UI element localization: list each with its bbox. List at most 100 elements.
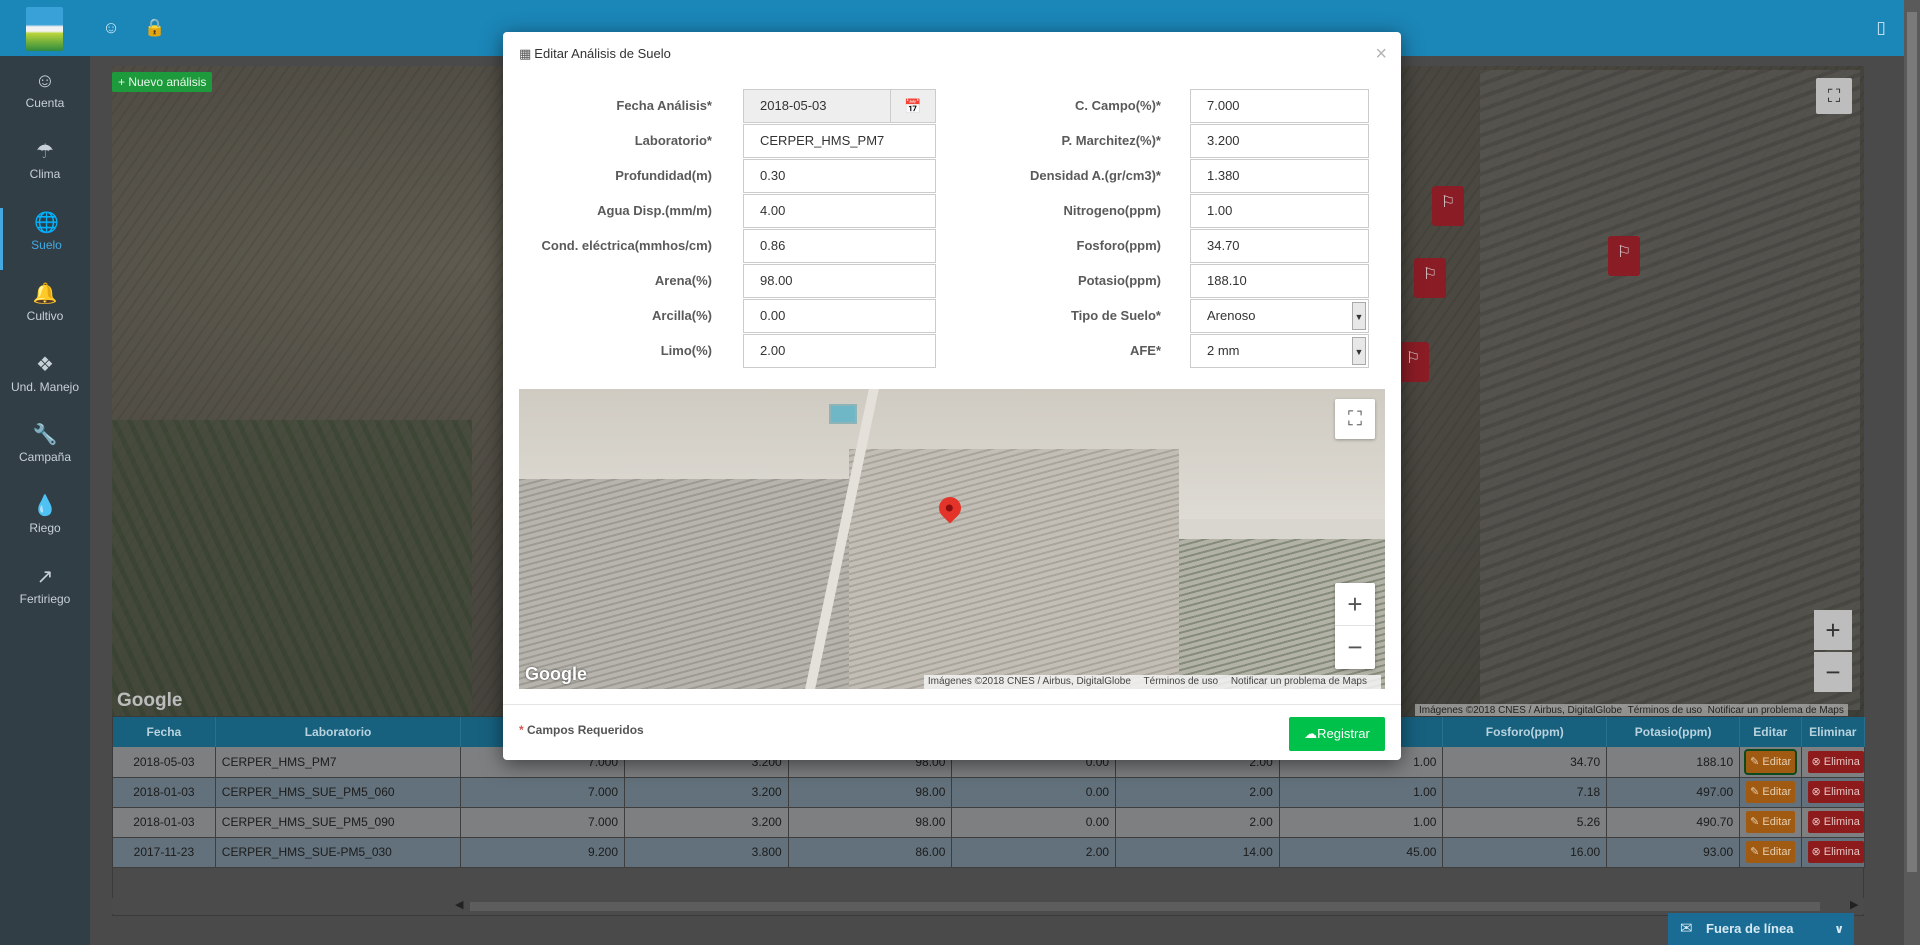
delete-label: Elimina: [1823, 755, 1860, 768]
sidebar-item-und-manejo[interactable]: ❖ Und. Manejo: [0, 350, 90, 412]
sidebar-item-label: Fertiriego: [19, 592, 71, 606]
table-row[interactable]: 2017-11-23 CERPER_HMS_SUE-PM5_030 9.200 …: [113, 837, 1865, 868]
field-label: Tipo de Suelo*: [1070, 308, 1161, 323]
sidebar-item-cuenta[interactable]: ☺ Cuenta: [0, 66, 90, 128]
sidebar-item-clima[interactable]: ☂ Clima: [0, 137, 90, 199]
delete-button[interactable]: ⊗ Elimina: [1807, 781, 1864, 803]
scrollbar-thumb[interactable]: [1907, 12, 1917, 872]
cell-laboratorio: CERPER_HMS_SUE-PM5_030: [215, 837, 462, 868]
sidebar: ☺ Cuenta ☂ Clima 🌐 Suelo 🔔 Cultivo ❖ Und…: [0, 56, 90, 945]
map-attribution: Imágenes ©2018 CNES / Airbus, DigitalGlo…: [923, 675, 1381, 689]
date-input[interactable]: 2018-05-03: [743, 89, 891, 123]
p-marchitez-input[interactable]: 3.200: [1190, 124, 1369, 158]
terms-link[interactable]: Términos de uso: [1144, 676, 1218, 687]
user-icon[interactable]: ☺: [100, 17, 122, 39]
tipo-suelo-select[interactable]: Arenoso ▼: [1190, 299, 1369, 333]
valve-marker-icon[interactable]: ⚐: [1432, 186, 1464, 226]
fullscreen-icon[interactable]: ⛶: [1816, 78, 1852, 114]
trend-icon: ↗: [36, 566, 54, 588]
arcilla-input[interactable]: 0.00: [743, 299, 936, 333]
new-analysis-button[interactable]: + Nuevo análisis: [112, 72, 213, 92]
cell-delete: ⊗ Elimina: [1801, 747, 1865, 778]
page-vertical-scrollbar[interactable]: [1904, 0, 1920, 945]
calendar-icon[interactable]: 📅: [890, 89, 936, 123]
cell-value: 0.00: [951, 777, 1117, 808]
report-link[interactable]: Notificar un problema de Maps: [1708, 705, 1844, 716]
sidebar-item-riego[interactable]: 💧 Riego: [0, 491, 90, 553]
table-row[interactable]: 2018-01-03 CERPER_HMS_SUE_PM5_060 7.000 …: [113, 777, 1865, 808]
laboratorio-input[interactable]: CERPER_HMS_PM7: [743, 124, 936, 158]
field-arena: Arena(%) 98.00: [503, 264, 943, 298]
offline-chat-badge[interactable]: ✉ Fuera de línea ∨: [1668, 913, 1854, 945]
chevron-down-icon[interactable]: ▼: [1352, 302, 1366, 330]
field-limo: Limo(%) 2.00: [503, 334, 943, 368]
edit-icon: ✎: [1750, 755, 1760, 768]
modal-footer: * Campos Requeridos ☁Registrar: [503, 704, 1401, 760]
column-header[interactable]: Fosforo(ppm): [1442, 717, 1608, 747]
edit-button[interactable]: ✎ Editar: [1746, 811, 1796, 833]
cond-electrica-input[interactable]: 0.86: [743, 229, 936, 263]
close-icon[interactable]: ×: [1375, 44, 1387, 64]
location-map[interactable]: ⛶ + − Google Imágenes ©2018 CNES / Airbu…: [519, 389, 1385, 689]
densidad-input[interactable]: 1.380: [1190, 159, 1369, 193]
cell-potasio: 497.00: [1606, 777, 1741, 808]
afe-select[interactable]: 2 mm ▼: [1190, 334, 1369, 368]
panel-toggle-icon[interactable]: ▯: [1870, 17, 1892, 39]
sidebar-item-fertiriego[interactable]: ↗ Fertiriego: [0, 562, 90, 624]
field-label: Nitrogeno(ppm): [1063, 203, 1161, 218]
edit-icon: ✎: [1750, 816, 1760, 828]
map-field: [519, 479, 849, 689]
column-header[interactable]: Potasio(ppm): [1606, 717, 1741, 747]
nitrogeno-input[interactable]: 1.00: [1190, 194, 1369, 228]
app-logo[interactable]: [26, 7, 63, 51]
sidebar-item-label: Riego: [29, 521, 61, 535]
cell-value: 45.00: [1279, 837, 1444, 868]
limo-input[interactable]: 2.00: [743, 334, 936, 368]
sidebar-item-campana[interactable]: 🔧 Campaña: [0, 420, 90, 482]
report-link[interactable]: Notificar un problema de Maps: [1231, 676, 1367, 687]
edit-icon: ✎: [1750, 846, 1760, 858]
fosforo-input[interactable]: 34.70: [1190, 229, 1369, 263]
zoom-in-button[interactable]: +: [1335, 583, 1375, 626]
column-header[interactable]: Laboratorio: [215, 717, 462, 747]
zoom-in-button[interactable]: +: [1814, 610, 1852, 650]
table-horizontal-scrollbar[interactable]: ◀ ▶: [112, 898, 1864, 914]
scrollbar-thumb[interactable]: [470, 902, 1820, 911]
edit-button[interactable]: ✎ Editar: [1744, 748, 1798, 775]
table-row[interactable]: 2018-01-03 CERPER_HMS_SUE_PM5_090 7.000 …: [113, 807, 1865, 838]
valve-marker-icon[interactable]: ⚐: [1414, 258, 1446, 298]
valve-marker-icon[interactable]: ⚐: [1608, 236, 1640, 276]
cell-fecha: 2018-05-03: [113, 747, 216, 778]
edit-button[interactable]: ✎ Editar: [1746, 841, 1796, 863]
terms-link[interactable]: Términos de uso: [1628, 705, 1702, 716]
cell-fosforo: 7.18: [1442, 777, 1608, 808]
potasio-input[interactable]: 188.10: [1190, 264, 1369, 298]
register-button[interactable]: ☁Registrar: [1289, 717, 1385, 751]
arena-input[interactable]: 98.00: [743, 264, 936, 298]
zoom-out-button[interactable]: −: [1335, 626, 1375, 669]
map-icon: ❖: [36, 354, 54, 376]
delete-button[interactable]: ⊗ Elimina: [1807, 750, 1864, 773]
scroll-left-icon[interactable]: ◀: [455, 898, 463, 911]
chevron-down-icon[interactable]: ▼: [1352, 337, 1366, 365]
profundidad-input[interactable]: 0.30: [743, 159, 936, 193]
cell-value: 0.00: [951, 807, 1117, 838]
delete-button[interactable]: ⊗ Elimina: [1807, 811, 1864, 833]
edit-button[interactable]: ✎ Editar: [1746, 781, 1796, 803]
field-label: Arcilla(%): [652, 308, 712, 323]
fullscreen-icon[interactable]: ⛶: [1335, 399, 1375, 439]
table-icon: ▦: [519, 46, 532, 61]
lock-icon[interactable]: 🔒: [144, 17, 166, 39]
column-header[interactable]: Fecha: [113, 717, 216, 747]
agua-disp-input[interactable]: 4.00: [743, 194, 936, 228]
c-campo-input[interactable]: 7.000: [1190, 89, 1369, 123]
map-pool: [829, 404, 857, 424]
zoom-out-button[interactable]: −: [1814, 652, 1852, 692]
delete-button[interactable]: ⊗ Elimina: [1807, 841, 1864, 863]
field-nitrogeno: Nitrogeno(ppm) 1.00: [943, 194, 1393, 228]
sidebar-item-suelo[interactable]: 🌐 Suelo: [0, 208, 90, 270]
sidebar-item-cultivo[interactable]: 🔔 Cultivo: [0, 279, 90, 341]
scroll-right-icon[interactable]: ▶: [1850, 898, 1858, 911]
field-laboratorio: Laboratorio* CERPER_HMS_PM7: [503, 124, 943, 158]
valve-marker-icon[interactable]: ⚐: [1397, 342, 1429, 382]
